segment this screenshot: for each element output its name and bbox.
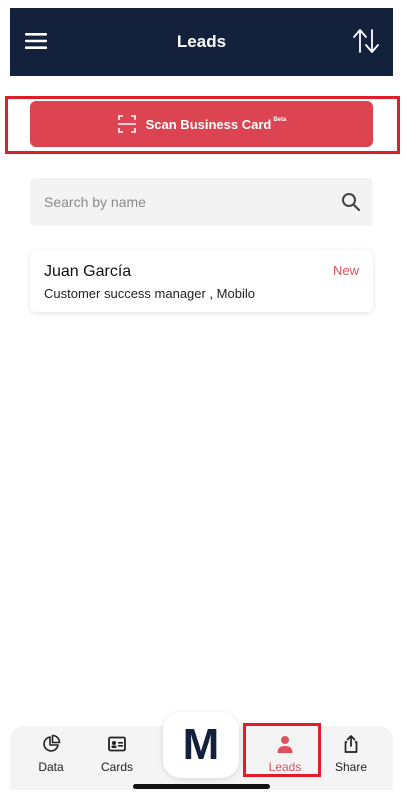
person-icon: [277, 736, 293, 753]
app-header: Leads: [10, 8, 393, 76]
pie-chart-icon: [43, 734, 61, 752]
scan-button-label: Scan Business Card: [145, 116, 272, 132]
search-box: [30, 178, 373, 226]
mobilo-logo-button[interactable]: M: [163, 712, 239, 778]
menu-button[interactable]: [24, 29, 48, 53]
logo-letter: M: [182, 720, 220, 769]
search-icon[interactable]: [341, 192, 361, 212]
nav-item-leads[interactable]: Leads: [258, 734, 312, 784]
nav-label-cards: Cards: [100, 760, 133, 774]
nav-item-share[interactable]: Share: [324, 734, 378, 784]
sort-button[interactable]: [351, 26, 381, 56]
lead-subtitle: Customer success manager , Mobilo: [44, 286, 255, 301]
sort-arrows-icon: [353, 29, 379, 53]
id-card-icon: [108, 736, 126, 752]
nav-label-leads: Leads: [268, 760, 302, 774]
page-title: Leads: [176, 32, 227, 51]
leads-screen: Leads Scan Business Card Beta Search by …: [0, 0, 405, 800]
nav-label-data: Data: [38, 760, 64, 774]
nav-item-data[interactable]: Data: [24, 734, 78, 784]
hamburger-menu-icon: [25, 33, 47, 49]
lead-new-badge: New: [332, 263, 359, 278]
search-input[interactable]: [30, 178, 330, 226]
lead-name: Juan García: [44, 263, 132, 280]
scan-frame-icon: [117, 114, 137, 134]
nav-item-cards[interactable]: Cards: [90, 734, 144, 784]
home-indicator: [133, 784, 270, 789]
beta-badge: Beta: [273, 117, 287, 123]
nav-label-share: Share: [334, 760, 368, 774]
share-icon: [344, 735, 358, 753]
lead-card[interactable]: Juan García Customer success manager , M…: [30, 250, 373, 312]
scan-business-card-button[interactable]: Scan Business Card Beta: [30, 101, 373, 147]
